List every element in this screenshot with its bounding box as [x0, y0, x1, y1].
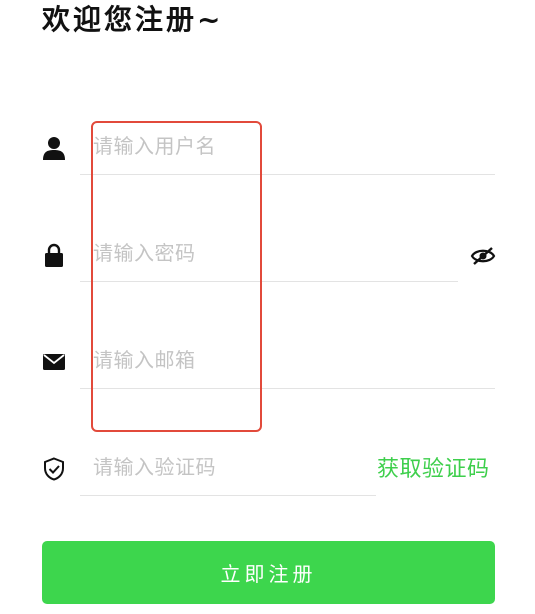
email-input[interactable] [93, 336, 492, 384]
email-field [80, 336, 495, 389]
code-field [80, 443, 376, 496]
user-icon [42, 136, 66, 160]
eye-off-icon[interactable] [470, 243, 496, 269]
username-field [80, 122, 495, 175]
email-row [0, 336, 535, 416]
password-field [80, 229, 458, 282]
lock-icon [42, 243, 66, 267]
page-title: 欢迎您注册~ [42, 3, 224, 36]
password-row [0, 229, 535, 309]
shield-check-icon [42, 457, 66, 481]
password-input[interactable] [93, 229, 455, 277]
username-row [0, 122, 535, 202]
code-input[interactable] [93, 443, 373, 491]
mail-icon [42, 350, 66, 374]
get-code-button[interactable]: 获取验证码 [377, 455, 490, 485]
username-input[interactable] [93, 122, 492, 170]
code-row: 获取验证码 [0, 443, 535, 523]
register-button[interactable]: 立即注册 [42, 541, 495, 604]
